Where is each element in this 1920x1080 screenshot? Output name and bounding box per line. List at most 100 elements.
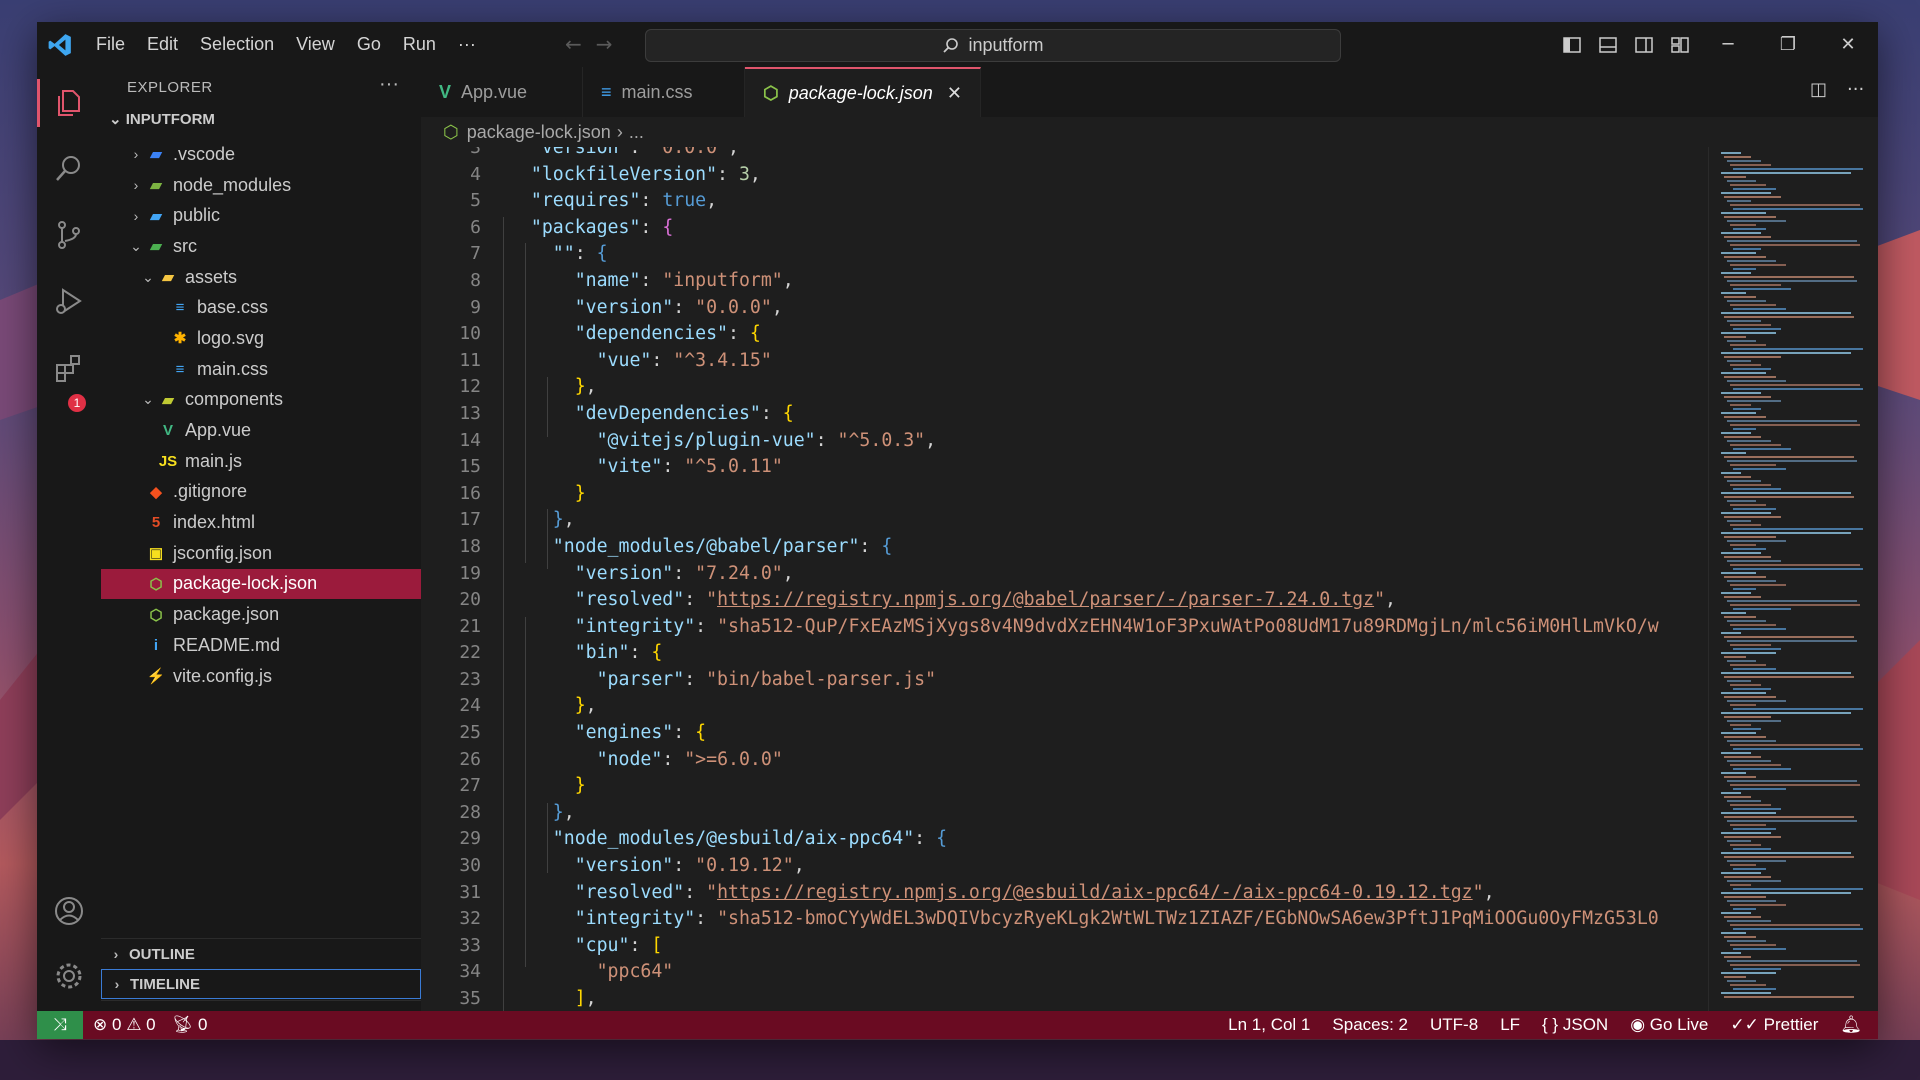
workspace-folder-header[interactable]: ⌄ INPUTFORM: [109, 110, 215, 128]
minimap-line: [1724, 796, 1751, 798]
toggle-primary-sidebar-icon[interactable]: [1562, 35, 1582, 55]
minimap-line: [1730, 464, 1776, 466]
minimap-line: [1727, 240, 1857, 242]
vscode-window: File Edit Selection View Go Run ··· ← → …: [37, 22, 1878, 1039]
code-token: {: [782, 402, 794, 424]
remote-indicator[interactable]: ⤨: [37, 1011, 83, 1039]
prettier-status[interactable]: ✓✓ Prettier: [1730, 1015, 1818, 1035]
menu-edit[interactable]: Edit: [136, 34, 189, 55]
menu-view[interactable]: View: [285, 34, 346, 55]
tree-item[interactable]: ⌄ ▰ components: [101, 385, 421, 416]
eol[interactable]: LF: [1500, 1015, 1520, 1035]
code-line: ],: [509, 986, 1708, 1011]
minimap[interactable]: [1708, 147, 1878, 1011]
code-link[interactable]: https://registry.npmjs.org/@babel/parser…: [717, 589, 1374, 610]
tree-item[interactable]: ≡ main.css: [101, 354, 421, 385]
tree-item[interactable]: JS main.js: [101, 446, 421, 477]
extensions-icon[interactable]: [53, 353, 85, 385]
code-token: ,: [793, 855, 805, 877]
code-token: "@vitejs/plugin-vue": [509, 429, 816, 451]
toggle-secondary-sidebar-icon[interactable]: [1634, 35, 1654, 55]
minimap-line: [1721, 212, 1766, 214]
minimap-line: [1724, 716, 1771, 718]
explorer-icon[interactable]: [53, 87, 85, 119]
tree-item[interactable]: ⬡ package.json: [101, 599, 421, 630]
menu-file[interactable]: File: [85, 34, 136, 55]
code-line: "": {: [509, 241, 1708, 268]
code-content[interactable]: "version": "0.0.0", "lockfileVersion": 3…: [509, 147, 1708, 1011]
close-tab-icon[interactable]: ✕: [947, 83, 962, 104]
tab-package-lock-json[interactable]: ⬡ package-lock.json ✕: [745, 67, 981, 117]
minimap-line: [1727, 440, 1771, 442]
vue-file-icon: V: [162, 422, 173, 440]
tab-main-css[interactable]: ≡ main.css: [583, 67, 745, 117]
encoding[interactable]: UTF-8: [1430, 1015, 1478, 1035]
code-editor[interactable]: 3 4 5 6 7 8 9 10 11 12 13 14 15 16 17 18 19 20 21 22 23 24 25 2…: [421, 147, 1708, 1011]
minimap-line: [1721, 972, 1776, 974]
minimap-line: [1727, 200, 1751, 202]
line-number: 8: [470, 269, 481, 291]
tree-item[interactable]: V App.vue: [101, 415, 421, 446]
tree-item[interactable]: ✱ logo.svg: [101, 323, 421, 354]
restore-button[interactable]: ❐: [1758, 22, 1818, 67]
outline-section[interactable]: › OUTLINE: [101, 938, 421, 969]
command-center-search[interactable]: inputform: [645, 29, 1341, 62]
tree-item[interactable]: i README.md: [101, 630, 421, 661]
warning-icon: ⚠: [126, 1015, 142, 1034]
code-link[interactable]: https://registry.npmjs.org/@esbuild/aix-…: [717, 882, 1473, 903]
tree-item[interactable]: ⌄ ▰ src: [101, 231, 421, 262]
explorer-more-button[interactable]: ···: [379, 73, 399, 96]
tree-item[interactable]: ≡ base.css: [101, 292, 421, 323]
problems-status[interactable]: ⊗ 0 ⚠ 0: [93, 1015, 156, 1035]
tree-item[interactable]: › ▰ node_modules: [101, 170, 421, 201]
minimap-line: [1727, 620, 1766, 622]
minimize-button[interactable]: ─: [1698, 22, 1758, 67]
forward-arrow-icon[interactable]: →: [596, 32, 613, 56]
run-debug-icon[interactable]: [53, 285, 85, 317]
tree-item[interactable]: ▣ jsconfig.json: [101, 538, 421, 569]
code-token: {: [651, 642, 663, 664]
search-view-icon[interactable]: [53, 153, 85, 185]
menu-go[interactable]: Go: [346, 34, 392, 55]
indent-guide: [503, 217, 504, 1011]
tree-item[interactable]: ⌄ ▰ assets: [101, 262, 421, 293]
minimap-line: [1730, 444, 1781, 446]
toggle-panel-icon[interactable]: [1598, 35, 1618, 55]
tree-item[interactable]: › ▰ public: [101, 200, 421, 231]
tree-item[interactable]: 5 index.html: [101, 507, 421, 538]
minimap-line: [1727, 180, 1756, 182]
tree-item[interactable]: ⬡ package-lock.json: [101, 568, 421, 600]
back-arrow-icon[interactable]: ←: [565, 32, 582, 56]
breadcrumb-rest[interactable]: ...: [629, 122, 644, 143]
minimap-line: [1733, 868, 1766, 870]
indentation[interactable]: Spaces: 2: [1332, 1015, 1408, 1035]
ports-status[interactable]: 📡︎ 0: [172, 1015, 208, 1035]
source-control-icon[interactable]: [53, 219, 85, 251]
cursor-position[interactable]: Ln 1, Col 1: [1228, 1015, 1310, 1035]
breadcrumb-file[interactable]: package-lock.json: [467, 122, 611, 143]
split-editor-icon[interactable]: ◫: [1810, 79, 1827, 100]
menu-more[interactable]: ···: [447, 34, 487, 55]
minimap-line: [1724, 216, 1776, 218]
indent-guide: [547, 377, 548, 437]
menu-selection[interactable]: Selection: [189, 34, 285, 55]
notifications-bell-icon[interactable]: 🔔︎: [1840, 1015, 1862, 1035]
close-window-button[interactable]: ✕: [1818, 22, 1878, 67]
accounts-icon[interactable]: [53, 895, 85, 927]
tree-item[interactable]: ⚡ vite.config.js: [101, 661, 421, 692]
menu-run[interactable]: Run: [392, 34, 447, 55]
tree-item[interactable]: ◆ .gitignore: [101, 477, 421, 508]
tree-item-label: main.js: [185, 450, 243, 471]
more-actions-icon[interactable]: ···: [1847, 79, 1864, 100]
go-live[interactable]: ◉ Go Live: [1630, 1015, 1708, 1035]
language-label: JSON: [1562, 1015, 1609, 1034]
tree-item-label: README.md: [173, 634, 281, 655]
tree-item[interactable]: › ▰ .vscode: [101, 139, 421, 170]
timeline-section[interactable]: › TIMELINE: [101, 969, 421, 999]
minimap-line: [1733, 748, 1863, 750]
language-mode[interactable]: { } JSON: [1542, 1015, 1608, 1035]
customize-layout-icon[interactable]: [1670, 35, 1690, 55]
settings-gear-icon[interactable]: [53, 960, 85, 992]
tab-app-vue[interactable]: V App.vue: [421, 67, 583, 117]
broadcast-icon: ◉: [1630, 1015, 1646, 1034]
